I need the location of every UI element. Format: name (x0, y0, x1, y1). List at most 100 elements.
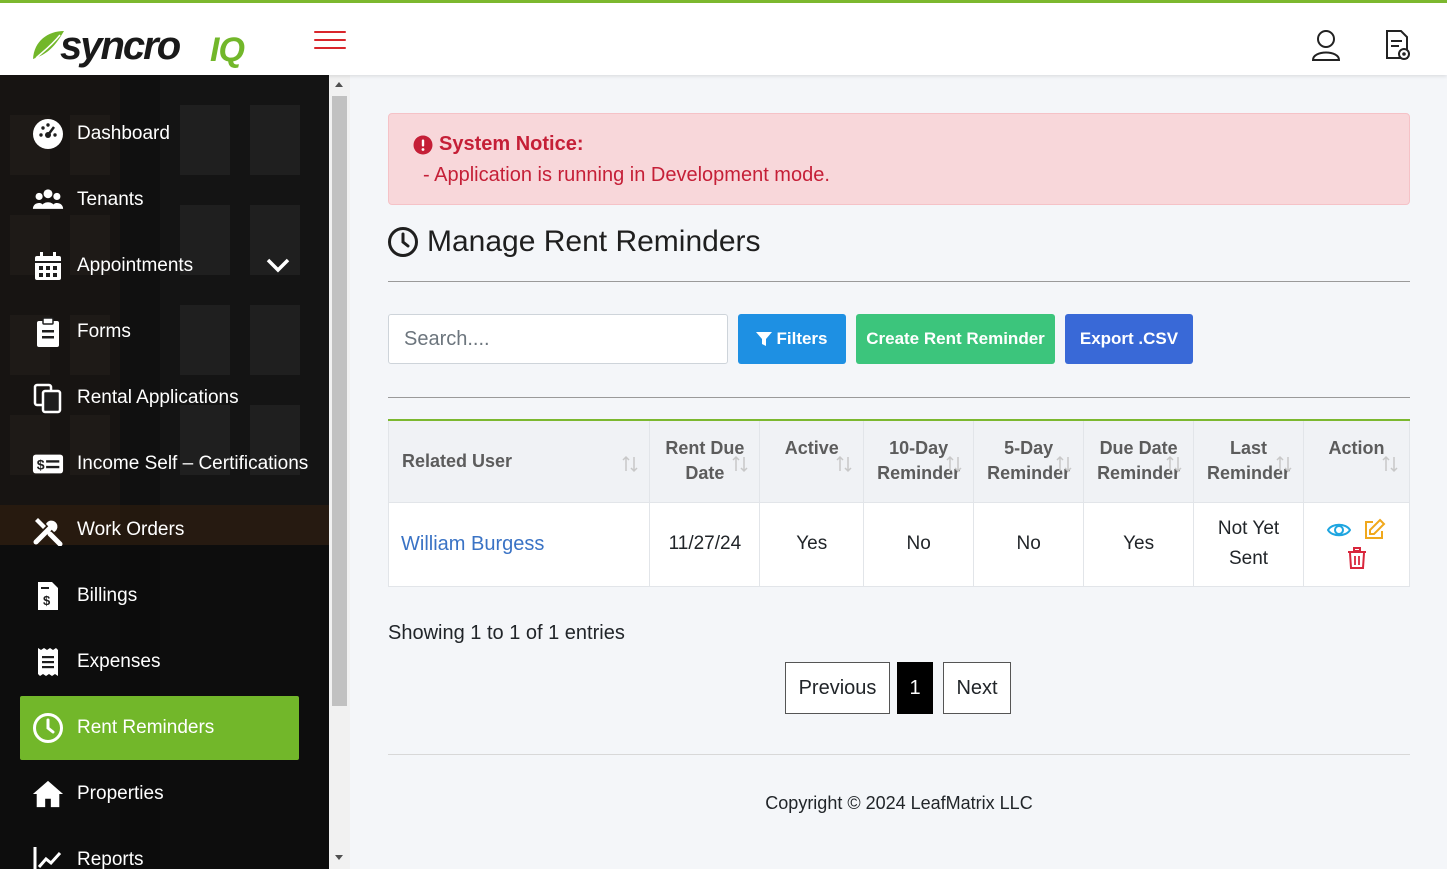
sort-icon[interactable] (1055, 455, 1073, 473)
invoice-icon: $ (30, 579, 66, 613)
header-5-day-reminder[interactable]: 5-Day Reminder (973, 419, 1085, 503)
filters-button-label: Filters (776, 329, 828, 348)
sidebar-item-label: Work Orders (77, 519, 185, 540)
page-title: Manage Rent Reminders (427, 225, 761, 258)
table-header-row: Related User Rent Due Date Active 10-Day R… (387, 419, 1410, 503)
cell-rent-due-date: 11/27/24 (649, 501, 761, 587)
chevron-down-icon[interactable] (264, 253, 292, 277)
sidebar-item-income-self-certifications[interactable]: $ Income Self – Certifications (0, 431, 329, 497)
top-bar: syncro IQ (0, 0, 1447, 75)
cell-10-day-reminder: No (863, 501, 975, 587)
logo-text-main: syncro (60, 24, 181, 68)
cell-related-user: William Burgess (387, 501, 651, 587)
filter-icon (756, 332, 773, 346)
scroll-down-icon[interactable] (335, 855, 343, 860)
sidebar-item-label: Rental Applications (77, 387, 239, 408)
cell-5-day-reminder: No (973, 501, 1085, 587)
sidebar-item-dashboard[interactable]: Dashboard (0, 101, 329, 167)
dashboard-icon (30, 117, 66, 151)
home-icon (30, 777, 66, 811)
syncroiq-logo[interactable]: syncro IQ (30, 21, 260, 69)
tools-icon (30, 513, 66, 547)
user-icon[interactable] (1310, 28, 1342, 62)
pagination-page-1[interactable]: 1 (897, 662, 933, 714)
search-input[interactable] (388, 314, 728, 364)
money-icon: $ (30, 447, 66, 481)
svg-text:$: $ (43, 593, 51, 608)
header-due-date-reminder[interactable]: Due Date Reminder (1083, 419, 1195, 503)
sidebar-item-label: Dashboard (77, 123, 170, 144)
header-last-reminder[interactable]: Last Reminder (1193, 419, 1305, 503)
header-rent-due-date[interactable]: Rent Due Date (649, 419, 761, 503)
rent-reminders-table: Related User Rent Due Date Active 10-Day R… (387, 419, 1410, 587)
sort-icon[interactable] (731, 455, 749, 473)
page-title-row: Manage Rent Reminders (387, 225, 761, 259)
sidebar-item-expenses[interactable]: Expenses (0, 629, 329, 695)
scroll-up-icon[interactable] (335, 82, 343, 87)
sidebar-item-label: Forms (77, 321, 131, 342)
clock-icon (30, 711, 66, 745)
cell-action (1303, 501, 1410, 587)
sidebar-item-rental-applications[interactable]: Rental Applications (0, 365, 329, 431)
table-row: William Burgess 11/27/24 Yes No No Yes N… (387, 501, 1410, 587)
cell-active: Yes (759, 501, 865, 587)
document-settings-icon[interactable] (1382, 28, 1414, 62)
header-active[interactable]: Active (759, 419, 865, 503)
create-rent-reminder-button[interactable]: Create Rent Reminder (856, 314, 1055, 364)
sidebar-item-properties[interactable]: Properties (0, 761, 329, 827)
sidebar-item-tenants[interactable]: Tenants (0, 167, 329, 233)
header-10-day-reminder[interactable]: 10-Day Reminder (863, 419, 975, 503)
delete-trash-icon[interactable] (1345, 546, 1369, 570)
pagination-next-button[interactable]: Next (943, 662, 1011, 714)
sidebar-item-forms[interactable]: Forms (0, 299, 329, 365)
pagination-previous-button[interactable]: Previous (785, 662, 890, 714)
sort-icon[interactable] (1381, 455, 1399, 473)
sidebar-item-label: Reports (77, 849, 144, 869)
sidebar-item-label: Expenses (77, 651, 161, 672)
sort-icon[interactable] (1165, 455, 1183, 473)
sidebar-item-label: Rent Reminders (77, 717, 215, 738)
sidebar-item-billings[interactable]: $ Billings (0, 563, 329, 629)
related-user-link[interactable]: William Burgess (401, 533, 544, 555)
system-notice: System Notice: - Application is running … (388, 113, 1410, 205)
header-related-user[interactable]: Related User (387, 419, 651, 503)
sort-icon[interactable] (945, 455, 963, 473)
receipt-icon (30, 645, 66, 679)
users-icon (30, 183, 66, 217)
copyright-text: Copyright © 2024 LeafMatrix LLC (765, 793, 1033, 813)
cell-last-reminder: Not Yet Sent (1193, 501, 1305, 587)
calendar-icon (30, 249, 66, 283)
sidebar-item-work-orders[interactable]: Work Orders (0, 497, 329, 563)
clipboard-icon (30, 315, 66, 349)
scrollbar-thumb[interactable] (332, 96, 347, 706)
sort-icon[interactable] (835, 455, 853, 473)
cell-due-date-reminder: Yes (1083, 501, 1195, 587)
sidebar-nav: Dashboard Tenants Appointments Forms Ren… (0, 101, 329, 869)
sort-icon[interactable] (621, 455, 639, 473)
chart-line-icon (30, 843, 66, 869)
export-csv-button[interactable]: Export .CSV (1065, 314, 1193, 364)
sidebar-item-appointments[interactable]: Appointments (0, 233, 329, 299)
sidebar-item-reports[interactable]: Reports (0, 827, 329, 869)
entries-info: Showing 1 to 1 of 1 entries (388, 622, 625, 644)
edit-icon[interactable] (1362, 518, 1386, 542)
sidebar-item-label: Income Self – Certifications (77, 453, 309, 474)
notice-title: System Notice: (439, 133, 584, 155)
header-action[interactable]: Action (1303, 419, 1410, 503)
sidebar-item-label: Billings (77, 585, 138, 606)
sort-icon[interactable] (1275, 455, 1293, 473)
notice-message: - Application is running in Development … (423, 164, 830, 186)
alert-circle-icon (413, 135, 433, 154)
hamburger-icon[interactable] (314, 31, 346, 51)
divider (388, 397, 1410, 398)
sidebar-item-label: Appointments (77, 255, 194, 276)
footer-divider (388, 754, 1410, 755)
clock-icon (388, 227, 418, 257)
divider (388, 281, 1410, 282)
logo-text-accent: IQ (210, 31, 244, 69)
sidebar-item-label: Tenants (77, 189, 144, 210)
copy-icon (30, 381, 66, 415)
filters-button[interactable]: Filters (738, 314, 846, 364)
sidebar-item-rent-reminders[interactable]: Rent Reminders (20, 696, 299, 760)
view-eye-icon[interactable] (1327, 518, 1351, 542)
